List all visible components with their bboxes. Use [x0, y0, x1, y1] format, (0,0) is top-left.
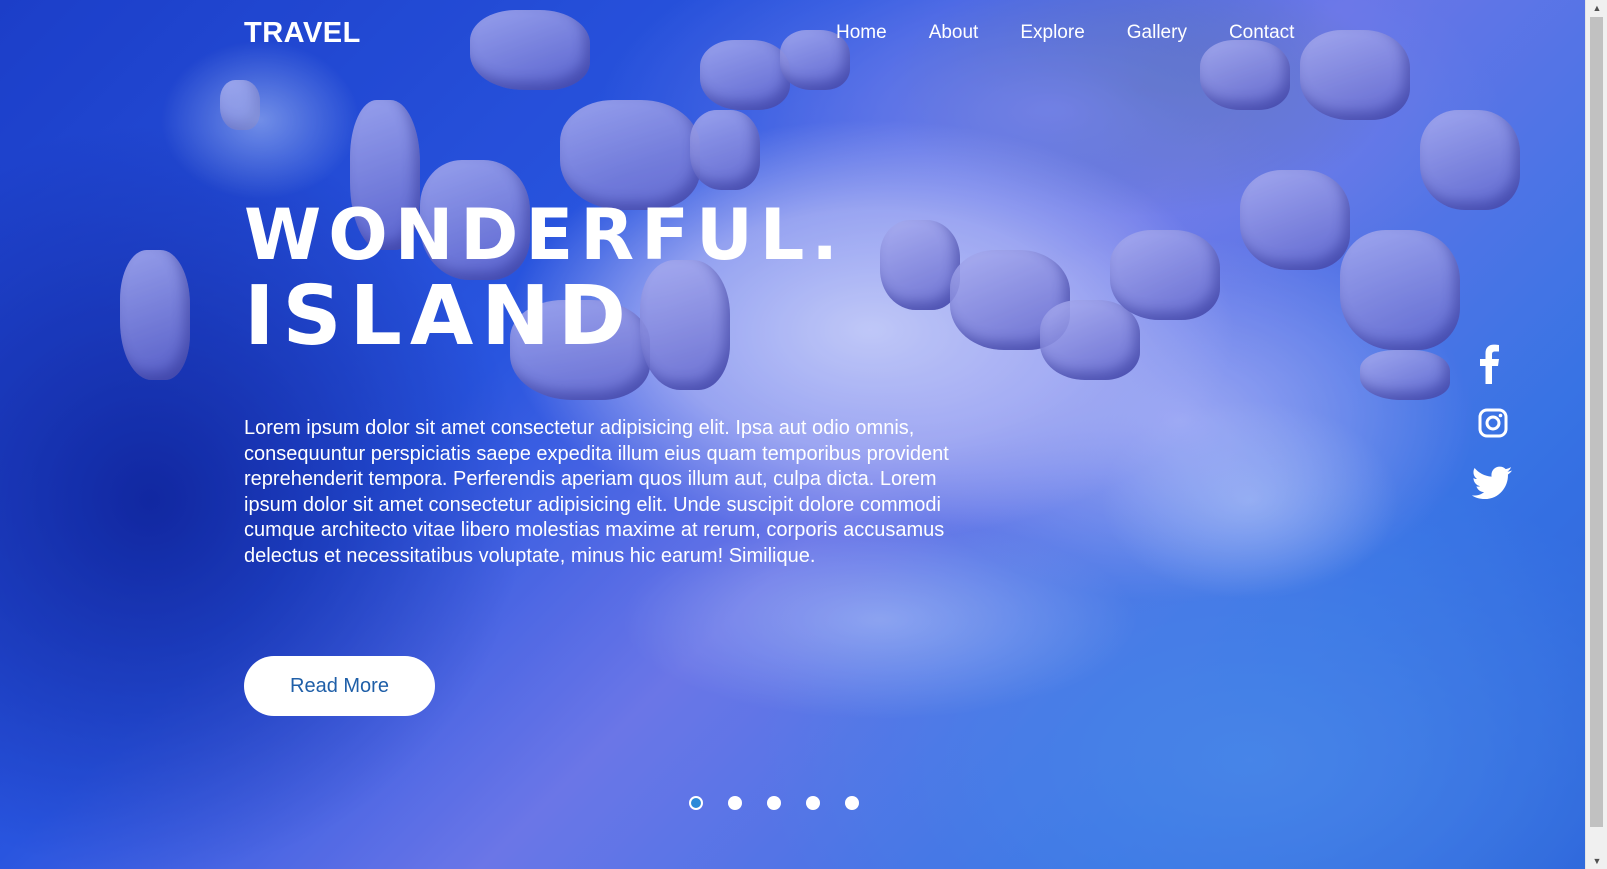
nav-item-about[interactable]: About — [929, 22, 979, 44]
social-links — [1470, 342, 1520, 522]
slider-dot-1[interactable] — [689, 796, 703, 810]
slider-dot-3[interactable] — [767, 796, 781, 810]
slider-dot-5[interactable] — [845, 796, 859, 810]
hero-title-line2: ISLAND — [244, 269, 634, 364]
page-viewport: TRAVEL Home About Explore Gallery Contac… — [0, 0, 1585, 869]
scroll-down-arrow-icon[interactable]: ▼ — [1586, 853, 1607, 869]
hero-description: Lorem ipsum dolor sit amet consectetur a… — [244, 417, 949, 567]
slider-dots — [689, 796, 884, 810]
slider-dot-4[interactable] — [806, 796, 820, 810]
nav-item-gallery[interactable]: Gallery — [1127, 22, 1187, 44]
nav-item-explore[interactable]: Explore — [1020, 22, 1084, 44]
hero-title-line1: WONDERFUL. — [244, 194, 845, 276]
instagram-icon[interactable] — [1470, 402, 1514, 446]
brand-logo[interactable]: TRAVEL — [244, 17, 361, 50]
scrollbar-thumb[interactable] — [1590, 17, 1603, 827]
main-nav: Home About Explore Gallery Contact — [836, 22, 1294, 44]
read-more-button[interactable]: Read More — [244, 656, 435, 716]
slider-dot-2[interactable] — [728, 796, 742, 810]
nav-item-home[interactable]: Home — [836, 22, 887, 44]
nav-item-contact[interactable]: Contact — [1229, 22, 1294, 44]
hero-title: WONDERFUL. ISLAND — [244, 194, 845, 358]
vertical-scrollbar[interactable]: ▲ ▼ — [1585, 0, 1607, 869]
facebook-icon[interactable] — [1470, 342, 1514, 386]
twitter-icon[interactable] — [1470, 462, 1514, 506]
scroll-up-arrow-icon[interactable]: ▲ — [1586, 0, 1607, 16]
